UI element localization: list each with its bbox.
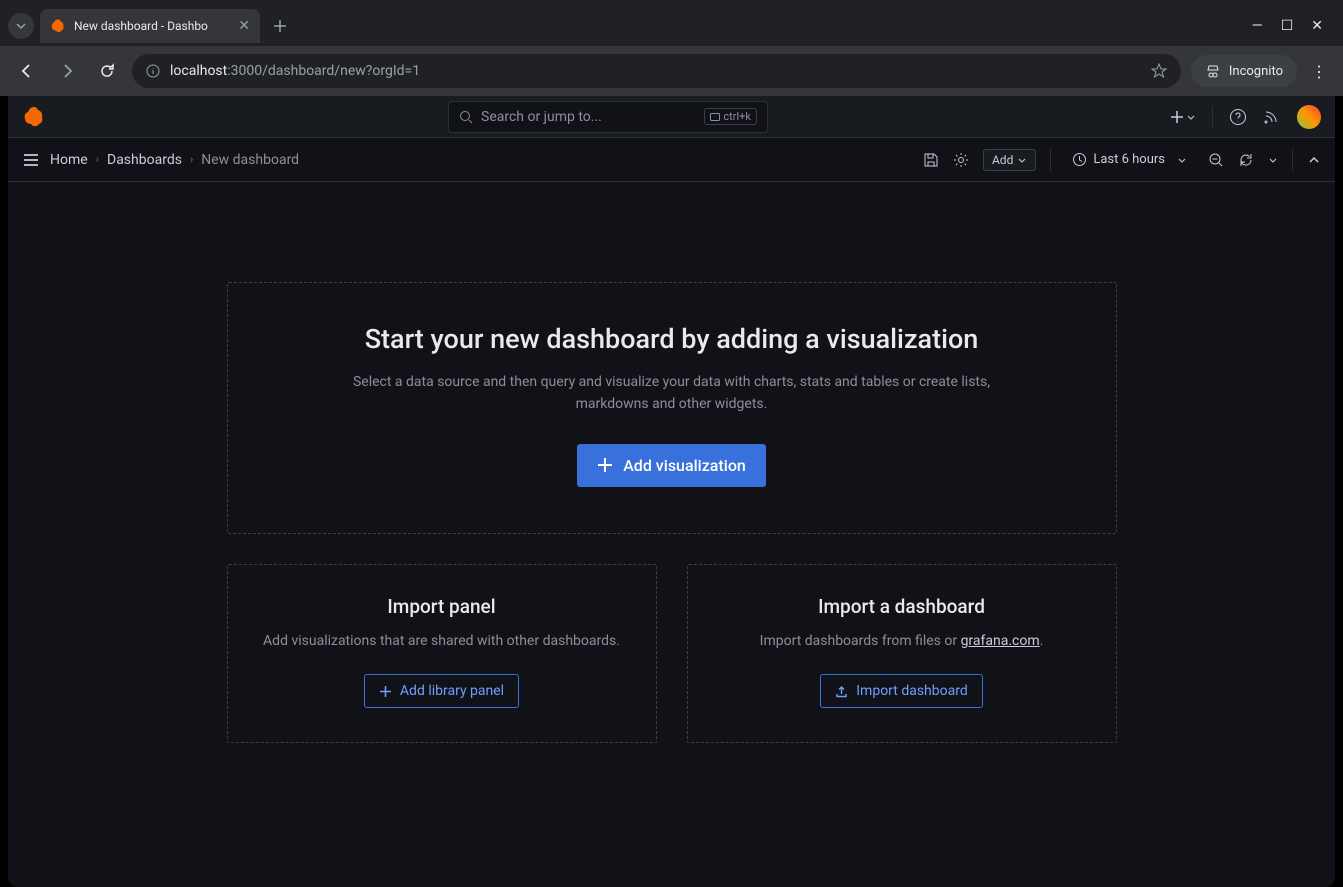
- grafana-com-link[interactable]: grafana.com: [961, 633, 1040, 649]
- url-path: :3000/dashboard/new?orgId=1: [227, 63, 420, 79]
- card-title: Import a dashboard: [712, 595, 1092, 618]
- chevron-down-icon: [1017, 155, 1027, 165]
- card-title: Start your new dashboard by adding a vis…: [268, 323, 1076, 355]
- plus-icon: [597, 457, 613, 473]
- breadcrumb-dashboards[interactable]: Dashboards: [107, 152, 182, 168]
- grafana-header: Search or jump to... ctrl+k: [8, 96, 1335, 138]
- incognito-icon: [1205, 63, 1221, 79]
- close-window-icon[interactable]: ✕: [1311, 18, 1323, 34]
- add-visualization-button[interactable]: Add visualization: [577, 444, 766, 487]
- new-tab-button[interactable]: [266, 12, 294, 40]
- minimize-icon[interactable]: —: [1252, 18, 1263, 34]
- chevron-down-icon: [1177, 155, 1187, 165]
- card-title: Import panel: [252, 595, 632, 618]
- menu-toggle-button[interactable]: [22, 151, 40, 169]
- address-bar: localhost:3000/dashboard/new?orgId=1 Inc…: [0, 46, 1343, 96]
- divider: [1050, 149, 1051, 171]
- incognito-label: Incognito: [1229, 64, 1283, 79]
- back-button[interactable]: [12, 56, 42, 86]
- add-visualization-card: Start your new dashboard by adding a vis…: [227, 282, 1117, 534]
- grafana-logo-icon[interactable]: [22, 105, 46, 129]
- grafana-app: Search or jump to... ctrl+k Home › Dashb…: [8, 96, 1335, 887]
- breadcrumb-home[interactable]: Home: [50, 152, 88, 168]
- add-label: Add: [992, 153, 1013, 167]
- time-range-label: Last 6 hours: [1093, 152, 1165, 167]
- divider: [1292, 149, 1293, 171]
- chevron-right-icon: ›: [190, 153, 193, 166]
- bookmark-star-icon[interactable]: [1151, 63, 1167, 79]
- tab-bar: New dashboard - Dashbo ✕ — ☐ ✕: [0, 0, 1343, 46]
- import-dashboard-button[interactable]: Import dashboard: [820, 674, 983, 708]
- divider: [1212, 106, 1213, 128]
- url-host: localhost: [170, 63, 227, 79]
- refresh-button[interactable]: [1238, 152, 1254, 168]
- breadcrumb-current: New dashboard: [201, 152, 299, 168]
- time-range-picker[interactable]: Last 6 hours: [1065, 148, 1194, 171]
- search-input[interactable]: Search or jump to... ctrl+k: [448, 101, 768, 133]
- tab-title: New dashboard - Dashbo: [74, 19, 230, 33]
- settings-button[interactable]: [953, 152, 969, 168]
- forward-button[interactable]: [52, 56, 82, 86]
- dashboard-body: Start your new dashboard by adding a vis…: [8, 182, 1335, 887]
- browser-chrome: New dashboard - Dashbo ✕ — ☐ ✕ localhost…: [0, 0, 1343, 96]
- help-button[interactable]: [1229, 108, 1247, 126]
- info-icon: [146, 64, 160, 78]
- breadcrumb: Home › Dashboards › New dashboard: [50, 152, 299, 168]
- button-label: Import dashboard: [856, 683, 968, 699]
- reload-button[interactable]: [92, 56, 122, 86]
- save-button[interactable]: [923, 152, 939, 168]
- card-subtitle: Select a data source and then query and …: [322, 371, 1022, 416]
- card-subtitle: Add visualizations that are shared with …: [252, 630, 632, 652]
- zoom-out-button[interactable]: [1208, 152, 1224, 168]
- upload-icon: [835, 685, 848, 698]
- clock-icon: [1072, 152, 1087, 167]
- add-panel-button[interactable]: Add: [983, 149, 1036, 171]
- browser-menu-icon[interactable]: ⋮: [1307, 62, 1331, 81]
- browser-tab[interactable]: New dashboard - Dashbo ✕: [40, 9, 260, 43]
- card-subtitle: Import dashboards from files or grafana.…: [712, 630, 1092, 652]
- keyboard-icon: [710, 113, 720, 121]
- search-placeholder: Search or jump to...: [481, 109, 602, 125]
- tab-search-chevron[interactable]: [8, 13, 34, 39]
- grafana-favicon: [50, 18, 66, 34]
- search-icon: [459, 110, 473, 124]
- plus-icon: [379, 685, 392, 698]
- window-controls: — ☐ ✕: [1252, 18, 1335, 34]
- close-tab-icon[interactable]: ✕: [238, 18, 250, 34]
- import-dashboard-card: Import a dashboard Import dashboards fro…: [687, 564, 1117, 743]
- add-library-panel-button[interactable]: Add library panel: [364, 674, 519, 708]
- incognito-indicator[interactable]: Incognito: [1191, 55, 1297, 87]
- maximize-icon[interactable]: ☐: [1281, 18, 1294, 34]
- user-avatar[interactable]: [1297, 105, 1321, 129]
- chevron-right-icon: ›: [96, 153, 99, 166]
- refresh-interval-button[interactable]: [1268, 155, 1278, 165]
- news-button[interactable]: [1263, 108, 1281, 126]
- import-panel-card: Import panel Add visualizations that are…: [227, 564, 657, 743]
- button-label: Add library panel: [400, 683, 504, 699]
- plus-icon: [1170, 110, 1184, 124]
- search-shortcut: ctrl+k: [704, 108, 757, 125]
- collapse-button[interactable]: [1307, 153, 1321, 167]
- grafana-toolbar: Home › Dashboards › New dashboard Add La…: [8, 138, 1335, 182]
- url-input[interactable]: localhost:3000/dashboard/new?orgId=1: [132, 54, 1181, 88]
- add-menu-button[interactable]: [1170, 110, 1196, 124]
- button-label: Add visualization: [623, 456, 746, 475]
- chevron-down-icon: [1186, 112, 1196, 122]
